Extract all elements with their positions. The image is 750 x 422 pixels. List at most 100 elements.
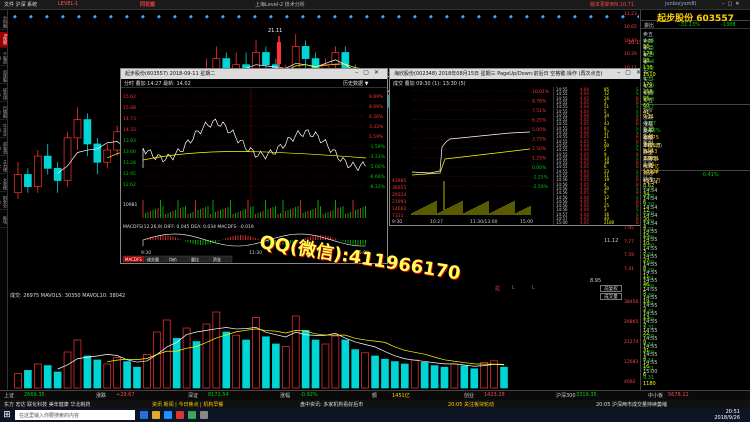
signal-mark-2: L (512, 285, 515, 291)
kline-spike-body (277, 42, 281, 64)
settings-icon[interactable] (200, 411, 208, 419)
signal-mark-1: 拉 (495, 286, 501, 292)
left-tab-1[interactable]: K线图 (0, 32, 8, 48)
volume-bar (351, 349, 360, 389)
stat-label-a: 涨跌 (643, 115, 654, 121)
w2-pct-label: 10.01% (532, 89, 550, 95)
ticker-item[interactable]: 20:05 沪深两市成交量持续萎缩 (596, 401, 740, 408)
tick-row: 14:55 9.31 22 (643, 319, 749, 337)
volume-bar (153, 331, 161, 389)
event-marker: ◆ (301, 14, 305, 20)
w1-tab-1[interactable]: 成交量 (147, 256, 159, 262)
status-value: +29.67 (116, 392, 135, 398)
left-tab-4[interactable]: 综合排名 (0, 86, 8, 102)
w1-tab-2[interactable]: 均价 (169, 256, 177, 262)
volume-legend: 成交: 26975 MAVOL5: 30350 MAVOL10: 38042 (10, 293, 126, 299)
intraday-chart-1[interactable]: 9.89% 8.69% 6.26% 3.33% 1.59% -1.59% -3.33% -5.… (121, 88, 387, 263)
event-marker: ◆ (45, 14, 49, 20)
news-ticker[interactable]: 东方 宏达 联化科技 美年健康 华北制药 资讯 新闻 | 今日焦点 | 机构早餐盘… (0, 400, 750, 408)
w2-pct-label: 3.75% (532, 137, 547, 143)
update-notice[interactable]: 版本更新到9.10.71 (590, 1, 634, 8)
ask-label: 卖一 (643, 60, 654, 66)
status-key: 中小板 (648, 393, 664, 399)
status-key: 涨跌 (96, 393, 107, 399)
left-tab-2[interactable]: 个股资料 (0, 50, 8, 66)
left-tab-0[interactable]: 分时图 (0, 14, 8, 30)
stat-row: 现价 9.31 今开 9.28 (643, 107, 749, 133)
w1-tab-3[interactable]: 量比 (191, 256, 199, 262)
window-1-titlebar[interactable]: 起步股份(603557) 2018-09-11 星期二 –▢✕ (121, 69, 387, 79)
volume-bar (113, 357, 121, 389)
tick-list[interactable]: -0.41% 14:54 9.29 34 14:54 9.30 6 14:54 9.30 12 14… (641, 171, 750, 387)
left-tab-8[interactable]: 主力增仓 (0, 158, 8, 174)
intraday-chart-2[interactable]: 10.01% 8.76% 7.51% 6.25% 5.00% 3.75% 2.50% 1.25… (390, 87, 552, 225)
windows-start-icon[interactable]: ⊞ (2, 410, 12, 420)
volume-bar (162, 319, 171, 389)
file-explorer-icon[interactable] (152, 411, 160, 419)
event-marker: ◆ (589, 14, 593, 20)
volume-bar (400, 363, 409, 389)
intraday-window-2[interactable]: 海欣股份(002348) 2018年08月15日 星期三 PageUp/Down… (389, 68, 650, 226)
volume-period-button[interactable]: 成交量 (600, 293, 622, 300)
left-tab-11[interactable]: 板块 (0, 212, 8, 228)
user-name[interactable]: junbo(ysm8) (665, 1, 696, 7)
tick-row: 14:55 9.31 31 (643, 336, 749, 354)
w1-pct-label: 9.89% (369, 94, 384, 100)
left-tab-3[interactable]: 自选股 (0, 68, 8, 84)
menu-bar[interactable]: 文件 沪深 系统 (4, 1, 37, 8)
window-controls[interactable]: –▢✕ (722, 1, 742, 7)
volume-bar (192, 341, 201, 389)
w1-price-label: 14.73 (123, 116, 136, 122)
volume-chart[interactable] (9, 292, 639, 390)
volume-bar (93, 359, 102, 389)
title-bar: 文件 沪深 系统 LEVEL-1 同花顺 上海Level-2 技术分析 版本更新… (0, 0, 750, 10)
kline-candle (73, 119, 82, 139)
ticker-item[interactable]: 20:05 关注板块轮动 (448, 401, 592, 408)
bid-label: 买五 (643, 98, 654, 104)
left-tab-5[interactable]: 行情报价 (0, 104, 8, 120)
tick-row: 14:55 9.31 46 (643, 270, 749, 288)
left-tab-10[interactable]: 财务分析 (0, 194, 8, 210)
quote-panel[interactable]: 起步股份 603557 委比 -31.13% -1388 卖五 9.36 86 卖四 9… (640, 10, 750, 392)
taskbar-search-input[interactable]: 在这里输入你要搜索的内容 (15, 410, 135, 420)
window-2-tick-list[interactable]: 14:55 4.04 85 S 14:55 4.04 12 S 14:55 4.05 26 B 14:5… (553, 87, 649, 225)
intraday-window-1[interactable]: 起步股份(603557) 2018-09-11 星期二 –▢✕ 分时 叠加 14… (120, 68, 388, 264)
w1-time-label: 9:30 (141, 250, 151, 256)
w1-tab-0[interactable]: MACDFS (125, 257, 142, 262)
window-1-controls[interactable]: –▢✕ (355, 69, 384, 76)
volume-bar (262, 336, 270, 389)
volume-bar (232, 334, 241, 389)
ticker-item[interactable]: 盘中资讯: 多家机构看好后市 (300, 401, 444, 408)
stock-header: 起步股份 603557 (641, 10, 750, 24)
event-marker: ◆ (157, 14, 161, 20)
ticker-item[interactable]: 东方 宏达 联化科技 美年健康 华北制药 (4, 401, 148, 408)
stock-app-icon[interactable] (176, 411, 184, 419)
w1-pct-label: -1.59% (369, 144, 386, 150)
stat-row: 总手 25975 量比 0.91 (643, 128, 749, 154)
chat-app-icon[interactable] (188, 411, 196, 419)
left-tab-6[interactable]: 牛叉诊股 (0, 122, 8, 138)
ask-label: 卖四 (643, 39, 654, 45)
tick-row: 14:54 9.29 20 (643, 205, 749, 223)
history-data-button[interactable]: 历史数据 ▼ (343, 80, 368, 87)
window-2-titlebar[interactable]: 海欣股份(002348) 2018年08月15日 星期三 PageUp/Down… (390, 69, 649, 79)
kline-period-button[interactable]: 前复权 (600, 285, 622, 292)
bid-row: 买四 9.28 60 (643, 90, 749, 109)
volume-bar (242, 339, 250, 389)
bid-row: 买一 9.31 171 (643, 69, 749, 88)
left-tab-9[interactable]: 大单统计 (0, 176, 8, 192)
volume-bar (43, 365, 52, 389)
left-tab-7[interactable]: 资金流向 (0, 140, 8, 156)
w1-pct-label: 3.33% (369, 124, 384, 130)
event-marker: ◆ (365, 14, 369, 20)
app-brand: 同花顺 (140, 2, 156, 8)
kline-price-tick: 7.77 (624, 239, 635, 245)
task-view-icon[interactable] (140, 411, 148, 419)
left-tab-bar: 分时图 K线图个股资料自选股综合排名行情报价牛叉诊股资金流向主力增仓大单统计财务分… (0, 10, 8, 390)
volume-tick: 38456 (624, 300, 639, 305)
w1-pct-label: -5.00% (369, 164, 386, 170)
browser-icon[interactable] (164, 411, 172, 419)
w1-tab-4[interactable]: 资金 (213, 256, 221, 262)
ticker-item[interactable]: 资讯 新闻 | 今日焦点 | 机构早餐 (152, 401, 296, 408)
status-value: 1451亿 (392, 393, 410, 399)
